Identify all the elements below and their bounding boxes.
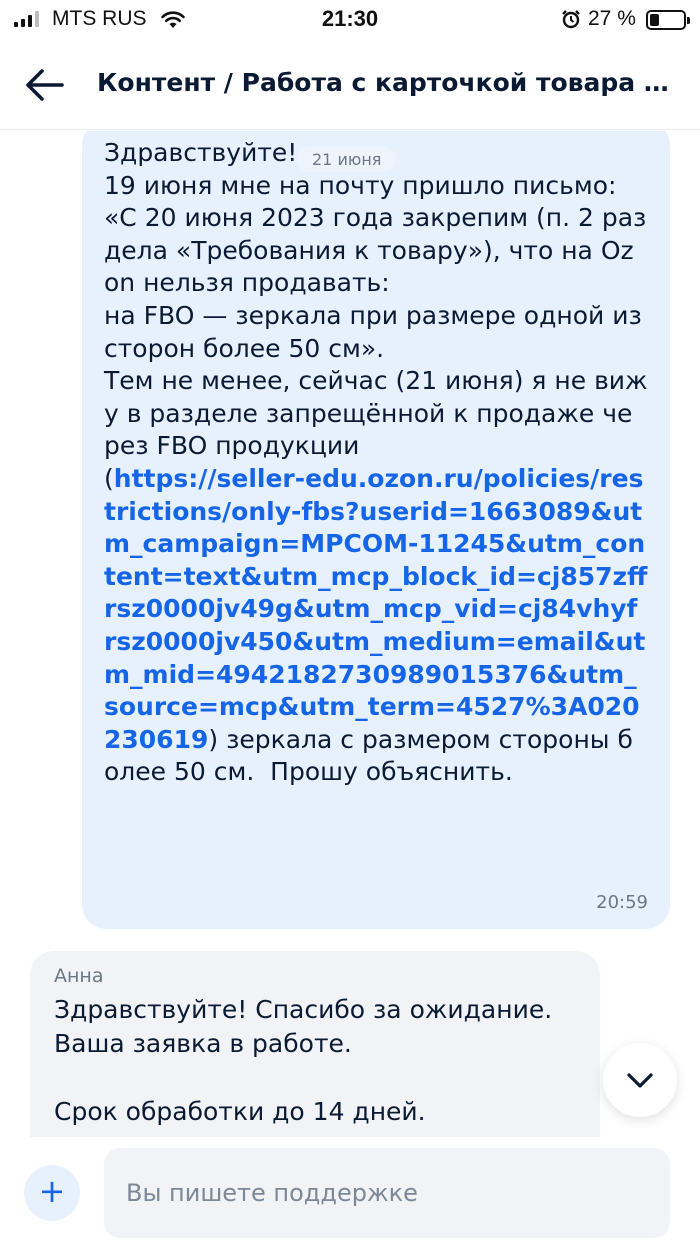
scroll-down-button[interactable] [603, 1043, 677, 1117]
chat-thread[interactable]: Здравствуйте! 19 июня мне на почту пришл… [0, 131, 700, 1137]
page-title: Контент / Работа с карточкой товара / ..… [97, 68, 677, 97]
outgoing-message: Здравствуйте! 19 июня мне на почту пришл… [82, 131, 670, 929]
incoming-message: Анна Здравствуйте! Спасибо за ожидание. … [30, 951, 600, 1137]
chat-header: Контент / Работа с карточкой товара / ..… [0, 40, 700, 130]
message-text-part: Здравствуйте! 19 июня мне на почту пришл… [104, 138, 648, 493]
chevron-down-icon [627, 1073, 653, 1088]
outgoing-message-text: Здравствуйте! 19 июня мне на почту пришл… [104, 137, 648, 789]
date-chip: 21 июня [297, 147, 397, 172]
battery-percent: 27 % [588, 7, 636, 30]
incoming-message-text: Здравствуйте! Спасибо за ожидание. Ваша … [54, 995, 553, 1126]
message-link[interactable]: https://seller-edu.ozon.ru/policies/rest… [104, 464, 647, 754]
back-button[interactable] [22, 62, 68, 108]
composer: + [0, 1137, 700, 1245]
message-time: 20:59 [596, 892, 648, 913]
battery-fill [650, 14, 659, 26]
message-input[interactable] [104, 1148, 670, 1238]
status-bar: MTS RUS 21:30 27 % [0, 0, 700, 40]
plus-icon: + [38, 1172, 66, 1210]
battery-icon [646, 10, 690, 30]
alarm-icon [562, 10, 580, 29]
sender-name: Анна [54, 965, 104, 987]
back-arrow-icon [26, 69, 64, 101]
attach-button[interactable]: + [24, 1165, 80, 1221]
